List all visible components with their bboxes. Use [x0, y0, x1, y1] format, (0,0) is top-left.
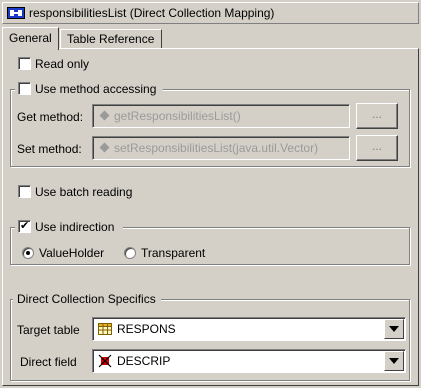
get-method-field[interactable]: getResponsibilitiesList()	[92, 104, 350, 128]
indirection-label: Use indirection	[35, 220, 115, 234]
chevron-down-icon[interactable]	[384, 319, 404, 339]
set-method-field[interactable]: setResponsibilitiesList(java.util.Vector…	[92, 136, 350, 160]
get-method-browse-button[interactable]: ...	[356, 103, 398, 129]
method-icon	[99, 110, 110, 121]
tab-general[interactable]: General	[2, 27, 59, 50]
direct-field-value: DESCRIP	[117, 354, 171, 368]
target-table-combo[interactable]: RESPONS	[92, 317, 406, 341]
title-bar: responsibilitiesList (Direct Collection …	[2, 2, 419, 24]
table-icon	[98, 322, 112, 336]
method-accessing-label: Use method accessing	[35, 82, 157, 96]
mapping-editor-panel: responsibilitiesList (Direct Collection …	[0, 0, 421, 388]
field-icon	[98, 354, 112, 368]
specifics-legend: Direct Collection Specifics	[17, 292, 156, 306]
transparent-label: Transparent	[141, 246, 206, 260]
direct-field-label: Direct field	[20, 355, 77, 369]
chevron-down-icon[interactable]	[384, 351, 404, 371]
batch-reading-checkbox[interactable]	[18, 185, 31, 198]
window-title: responsibilitiesList (Direct Collection …	[29, 6, 275, 20]
get-method-label: Get method:	[17, 110, 84, 124]
read-only-checkbox[interactable]	[18, 57, 31, 70]
tab-table-reference[interactable]: Table Reference	[60, 29, 162, 49]
indirection-checkbox[interactable]: ✔	[18, 220, 31, 233]
batch-reading-label: Use batch reading	[35, 185, 133, 199]
method-accessing-checkbox[interactable]	[18, 82, 31, 95]
method-icon	[99, 142, 110, 153]
valueholder-radio[interactable]	[22, 247, 34, 259]
set-method-label: Set method:	[17, 142, 82, 156]
read-only-label: Read only	[35, 57, 90, 71]
target-table-label: Target table	[17, 323, 80, 337]
mapping-icon	[7, 7, 25, 19]
set-method-browse-button[interactable]: ...	[356, 135, 398, 161]
direct-field-combo[interactable]: DESCRIP	[92, 349, 406, 373]
transparent-radio[interactable]	[124, 247, 136, 259]
target-table-value: RESPONS	[117, 322, 176, 336]
valueholder-label: ValueHolder	[39, 246, 105, 260]
